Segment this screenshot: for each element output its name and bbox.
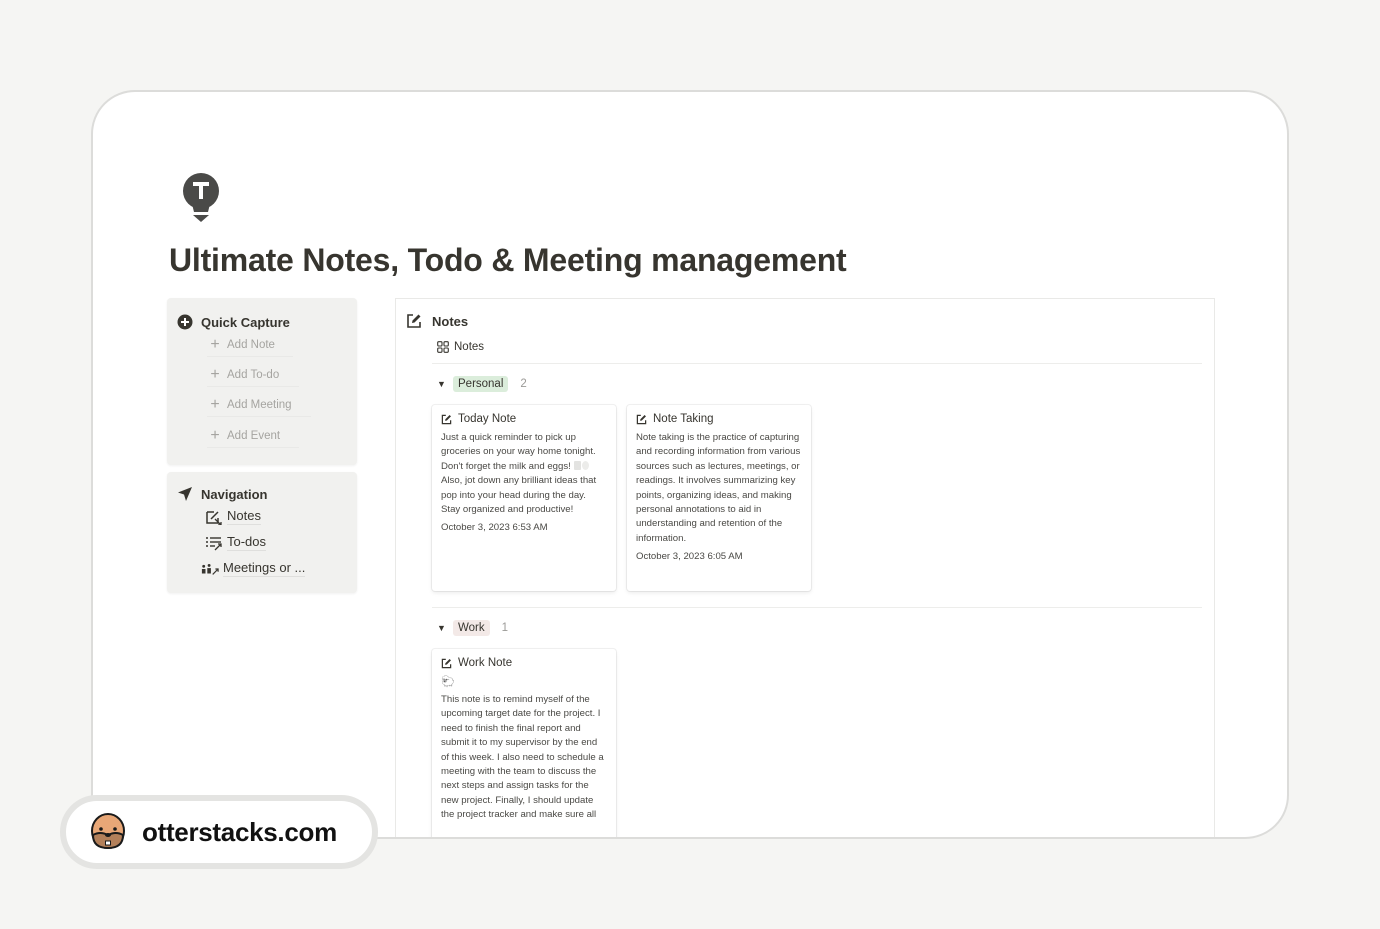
- add-event-button[interactable]: + Add Event: [207, 427, 299, 448]
- edit-icon: [441, 414, 452, 424]
- quick-capture-panel: Quick Capture + Add Note + Add To-do + A…: [167, 298, 357, 465]
- milk-glass-icon: [573, 460, 581, 470]
- card-date: October 3, 2023 6:53 AM: [441, 522, 548, 534]
- card-body-text-2: Also, jot down any brilliant ideas that …: [441, 475, 597, 516]
- card-title-label: Today Note: [458, 413, 517, 425]
- quick-capture-heading: Quick Capture: [177, 314, 290, 330]
- view-divider: [432, 363, 1202, 364]
- group-tag-personal: Personal: [453, 376, 509, 392]
- card-title-label: Work Note: [458, 657, 513, 669]
- people-link-icon: [201, 563, 219, 575]
- note-card-today-note[interactable]: Today Note Just a quick reminder to pick…: [432, 405, 616, 591]
- group-work-header[interactable]: ▼ Work 1: [437, 620, 508, 636]
- nav-link-todos[interactable]: To-dos: [205, 534, 267, 551]
- add-todo-button[interactable]: + Add To-do: [207, 366, 299, 387]
- collapse-triangle-icon[interactable]: ▼: [437, 379, 446, 389]
- add-todo-label: Add To-do: [227, 369, 280, 381]
- card-title: Work Note: [441, 657, 607, 669]
- nav-todos-label: To-dos: [227, 534, 267, 551]
- add-meeting-button[interactable]: + Add Meeting: [207, 396, 311, 417]
- add-note-label: Add Note: [227, 339, 275, 351]
- edit-link-icon: [206, 510, 222, 525]
- nav-link-notes[interactable]: Notes: [205, 508, 261, 525]
- card-body: This note is to remind myself of the upc…: [441, 694, 604, 821]
- plus-icon: +: [210, 366, 220, 383]
- list-link-icon: [206, 536, 222, 550]
- edit-icon: [636, 414, 647, 424]
- plus-circle-icon: [177, 314, 193, 330]
- database-title[interactable]: Notes: [406, 313, 468, 329]
- card-body-text-1: Just a quick reminder to pick up groceri…: [441, 432, 596, 472]
- page-title: Ultimate Notes, Todo & Meeting managemen…: [169, 242, 847, 278]
- page-frame: Ultimate Notes, Todo & Meeting managemen…: [91, 90, 1289, 839]
- sheep-emoji-icon: 🐑: [441, 676, 455, 688]
- lightbulb-t-icon: [183, 173, 219, 222]
- navigation-heading: Navigation: [177, 486, 267, 502]
- watermark-badge: otterstacks.com: [60, 795, 378, 869]
- add-meeting-label: Add Meeting: [227, 399, 292, 411]
- add-note-button[interactable]: + Add Note: [207, 336, 293, 357]
- view-tab-notes[interactable]: Notes: [437, 341, 484, 353]
- database-title-label: Notes: [432, 313, 469, 329]
- note-card-note-taking[interactable]: Note Taking Note taking is the practice …: [627, 405, 811, 591]
- gallery-icon: [437, 341, 449, 353]
- card-title: Note Taking: [636, 413, 802, 425]
- navigation-panel: Navigation Notes To-dos Meetings or ...: [167, 472, 357, 593]
- view-tab-label: Notes: [454, 341, 485, 353]
- location-arrow-icon: [178, 487, 192, 501]
- collapse-triangle-icon[interactable]: ▼: [437, 623, 446, 633]
- notes-database: Notes Notes ▼ Personal 2 Today Note Just…: [395, 298, 1215, 837]
- add-event-label: Add Event: [227, 430, 281, 442]
- card-title-label: Note Taking: [653, 413, 714, 425]
- plus-icon: +: [210, 427, 220, 444]
- navigation-title: Navigation: [201, 486, 268, 502]
- edit-icon: [407, 314, 421, 328]
- card-body: Note taking is the practice of capturing…: [636, 432, 801, 544]
- card-title: Today Note: [441, 413, 607, 425]
- card-date: October 3, 2023 6:05 AM: [636, 551, 743, 563]
- otter-face-icon: [91, 813, 125, 850]
- nav-meetings-label: Meetings or ...: [223, 560, 306, 577]
- plus-icon: +: [210, 396, 220, 413]
- note-card-work-note[interactable]: Work Note 🐑 This note is to remind mysel…: [432, 649, 616, 837]
- group-count: 2: [520, 378, 527, 390]
- group-tag-work: Work: [453, 620, 490, 636]
- group-personal-header[interactable]: ▼ Personal 2: [437, 376, 527, 392]
- quick-capture-title: Quick Capture: [201, 314, 290, 330]
- watermark-text: otterstacks.com: [142, 816, 337, 847]
- edit-icon: [441, 658, 452, 668]
- nav-notes-label: Notes: [227, 508, 261, 525]
- egg-icon: [581, 460, 589, 470]
- group-divider: [432, 607, 1202, 608]
- plus-icon: +: [210, 336, 220, 353]
- card-body: Just a quick reminder to pick up groceri…: [441, 431, 607, 517]
- nav-link-meetings[interactable]: Meetings or ...: [201, 560, 306, 577]
- group-count: 1: [501, 622, 509, 634]
